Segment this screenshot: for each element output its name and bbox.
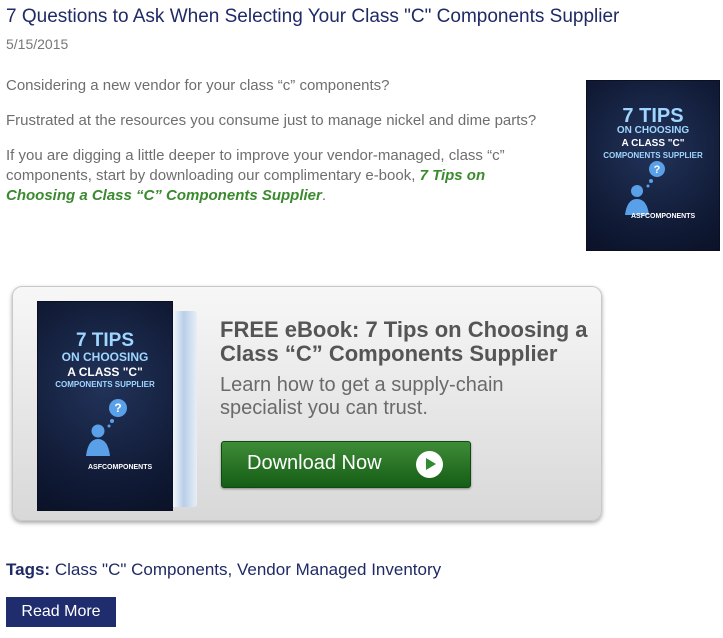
cover-subtitle-1: ON CHOOSING [616, 125, 690, 136]
paragraph-3: If you are digging a little deeper to im… [6, 146, 551, 206]
ebook-banner[interactable]: 7 TIPS ON CHOOSING A CLASS "C" COMPONENT… [12, 286, 602, 521]
book-title: 7 TIPS [75, 330, 135, 351]
ebook-book-image: 7 TIPS ON CHOOSING A CLASS "C" COMPONENT… [37, 301, 199, 511]
post-title-link[interactable]: 7 Questions to Ask When Selecting Your C… [6, 6, 619, 28]
book-subtitle-1: ON CHOOSING [61, 350, 149, 364]
download-now-button[interactable]: Download Now [221, 441, 471, 488]
read-more-button[interactable]: Read More [6, 597, 116, 627]
paragraph-2: Frustrated at the resources you consume … [6, 112, 537, 129]
ebook-cover-thumbnail[interactable]: 7 TIPS ON CHOOSING A CLASS "C" COMPONENT… [586, 80, 720, 251]
banner-headline: FREE eBook: 7 Tips on Choosing a Class “… [220, 317, 588, 366]
person-question-icon: ? [86, 399, 127, 456]
play-arrow-icon [416, 451, 443, 478]
book-front-cover: 7 TIPS ON CHOOSING A CLASS "C" COMPONENT… [37, 301, 173, 511]
book-subtitle-3: COMPONENTS SUPPLIER [55, 380, 155, 389]
person-question-icon: ? [625, 161, 665, 215]
post-date: 5/15/2015 [6, 36, 69, 52]
tag-vendor-managed-inventory[interactable]: Vendor Managed Inventory [237, 560, 441, 579]
tag-separator: , [227, 560, 233, 579]
svg-text:?: ? [114, 401, 121, 415]
asf-logo: ASFCOMPONENTS [631, 213, 696, 220]
download-now-label: Download Now [247, 452, 382, 474]
post-body: Considering a new vendor for your class … [6, 76, 551, 221]
tags-label: Tags: [6, 560, 51, 579]
svg-text:?: ? [654, 164, 661, 176]
cover-subtitle-2: A CLASS "C" [621, 138, 685, 149]
paragraph-1: Considering a new vendor for your class … [6, 77, 390, 94]
tag-class-c-components[interactable]: Class "C" Components [55, 560, 228, 579]
book-subtitle-2: A CLASS "C" [67, 365, 143, 379]
banner-subline: Learn how to get a supply-chain speciali… [220, 374, 504, 419]
asf-logo: ASFCOMPONENTS [88, 464, 153, 471]
paragraph-3-end: . [321, 187, 327, 204]
tags-row: Tags: Class "C" Components, Vendor Manag… [6, 560, 441, 580]
